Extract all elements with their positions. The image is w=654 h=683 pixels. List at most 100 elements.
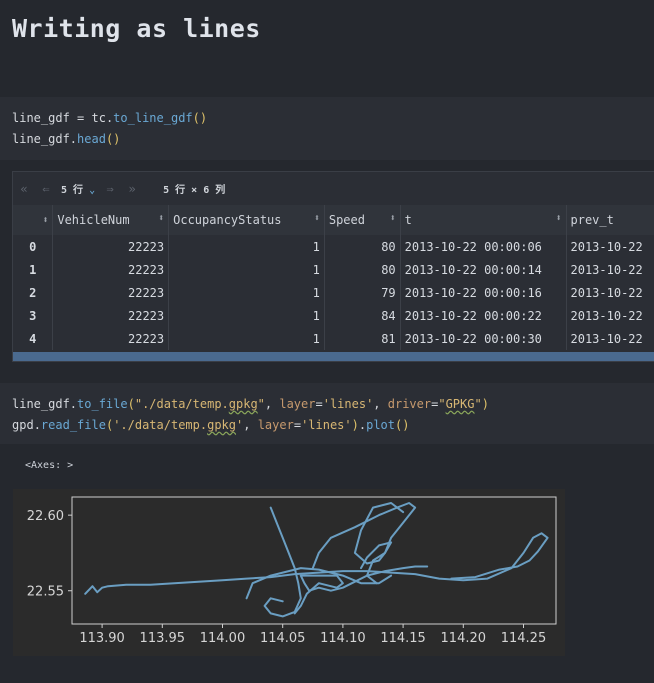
code-token: () [192,111,208,125]
row-index-cell: 2 [13,281,54,304]
sort-icon[interactable]: ⬍ [314,213,320,224]
last-page-icon[interactable]: » [121,182,143,196]
rows-per-page-select[interactable]: 5 行 ⌄ [61,181,95,196]
code-token: './data/temp. [113,418,208,432]
plot-frame [71,496,557,625]
code-line: line_gdf = tc.to_line_gdf() [0,97,654,129]
table-cell: 2013-10-22 [570,239,643,254]
code-line: line_gdf.head() [0,129,654,150]
code-line: line_gdf.to_file("./data/temp.gpkg", lay… [0,383,654,415]
column-header-prev-t[interactable]: prev_t [566,205,654,235]
table-cell: 2013-10-22 00:00:16 [400,281,567,304]
table-cell: 81 [324,327,401,350]
code-token: driver [387,397,432,411]
table-cell: 2013-10-22 [570,262,643,277]
table-cell: 22223 [52,281,170,304]
code-token: ) [481,397,489,411]
x-tick-label: 114.10 [320,631,366,646]
first-page-icon[interactable]: « [13,182,35,196]
code-token: to_file [77,397,128,411]
code-token: line_gdf [12,397,70,411]
row-index-cell: 1 [13,258,54,281]
column-header-index[interactable]: ⬍ [13,205,54,235]
prev-page-icon[interactable]: ⇐ [35,182,57,196]
plot-output: 113.90 113.95 114.00 114.05 114.10 114.15 114.… [13,489,565,656]
code-line: gpd.read_file('./data/temp.gpkg', layer=… [0,415,654,436]
code-token: " [474,397,482,411]
code-token: = [293,418,302,432]
sort-icon[interactable]: ⬍ [390,213,396,224]
table-row[interactable]: 0 22223 1 80 2013-10-22 00:00:06 2013-10-22 [13,235,654,258]
table-row[interactable]: 1 22223 1 80 2013-10-22 00:00:14 2013-10-22 [13,258,654,281]
column-header-label: t [404,213,412,227]
code-token: layer [279,397,316,411]
column-header-t[interactable]: t ⬍ [400,205,567,235]
table-cell: 2013-10-22 [570,308,643,323]
sort-icon[interactable]: ⬍ [555,213,561,224]
table-cell: 80 [324,258,401,281]
code-token: , [373,397,388,411]
code-token: gpd [12,418,34,432]
code-cell-1[interactable]: line_gdf = tc.to_line_gdf() line_gdf.hea… [0,97,654,160]
code-token: = [315,397,323,411]
sort-icon[interactable]: ⬍ [158,213,164,224]
column-header-label: prev_t [570,213,614,227]
code-token: () [395,418,410,432]
table-row[interactable]: 3 22223 1 84 2013-10-22 00:00:22 2013-10-22 [13,304,654,327]
column-header-speed[interactable]: Speed ⬍ [324,205,401,235]
code-token: " [438,397,446,411]
column-header-vehiclenum[interactable]: VehicleNum ⬍ [52,205,170,235]
table-cell: 1 [168,235,325,258]
row-index-cell: 4 [13,327,54,350]
table-cell: 1 [168,327,325,350]
dataframe-table: ⬍ VehicleNum ⬍ OccupancyStatus ⬍ Speed ⬍ t ⬍… [13,205,654,350]
code-token: line_gdf [12,111,70,125]
code-token: . [69,132,78,146]
code-token: ) [351,418,359,432]
x-tick-label: 114.00 [200,631,246,646]
code-token: , [243,418,258,432]
code-token: head [77,132,106,146]
sort-icon[interactable]: ⬍ [42,215,48,226]
y-tick-label: 22.60 [27,509,64,524]
dataframe-viewer: « ⇐ 5 行 ⌄ ⇒ » 5 行 × 6 列 ⬍ VehicleNum ⬍ Oc… [12,171,654,362]
x-tick-label: 113.95 [140,631,186,646]
dataframe-body: 0 22223 1 80 2013-10-22 00:00:06 2013-10-22 1 2… [13,235,654,350]
code-token: . [33,418,41,432]
code-token: = [69,111,92,125]
horizontal-scrollbar[interactable] [13,352,654,361]
code-token: to_line_gdf [113,111,193,125]
code-token: , [264,397,280,411]
y-tick-label: 22.55 [27,585,64,600]
column-header-label: OccupancyStatus [173,213,282,227]
code-token: 'lines' [301,418,352,432]
table-cell: 22223 [52,235,170,258]
code-token: read_file [40,418,106,432]
table-cell: 22223 [52,258,170,281]
table-cell: 2013-10-22 [570,331,643,346]
table-cell: 2013-10-22 [570,285,643,300]
table-row[interactable]: 4 22223 1 81 2013-10-22 00:00:30 2013-10-22 [13,327,654,350]
column-header-occupancystatus[interactable]: OccupancyStatus ⬍ [168,205,325,235]
code-token: gpkg [207,418,237,432]
table-row[interactable]: 2 22223 1 79 2013-10-22 00:00:16 2013-10-22 [13,281,654,304]
x-tick-label: 114.20 [441,631,487,646]
dataframe-shape-info: 5 行 × 6 列 [163,185,226,196]
next-page-icon[interactable]: ⇒ [99,182,121,196]
column-header-label: VehicleNum [57,213,130,227]
table-cell: 2013-10-22 00:00:22 [400,304,567,327]
code-token: "./data/temp. [134,397,229,411]
code-token: ( [127,397,135,411]
page-heading: Writing as lines [12,14,261,43]
x-tick-label: 114.25 [501,631,547,646]
table-cell: 22223 [52,327,170,350]
code-token: " [257,397,265,411]
code-token: () [105,132,121,146]
table-cell: 1 [168,304,325,327]
code-cell-2[interactable]: line_gdf. to_file("./data/temp. gpkg ", lay… [0,383,654,444]
code-token: plot [366,418,396,432]
code-token: GPKG [445,397,475,411]
table-cell: 1 [168,258,325,281]
code-token: line_gdf [12,132,70,146]
output-text: <Axes: > [25,460,74,471]
